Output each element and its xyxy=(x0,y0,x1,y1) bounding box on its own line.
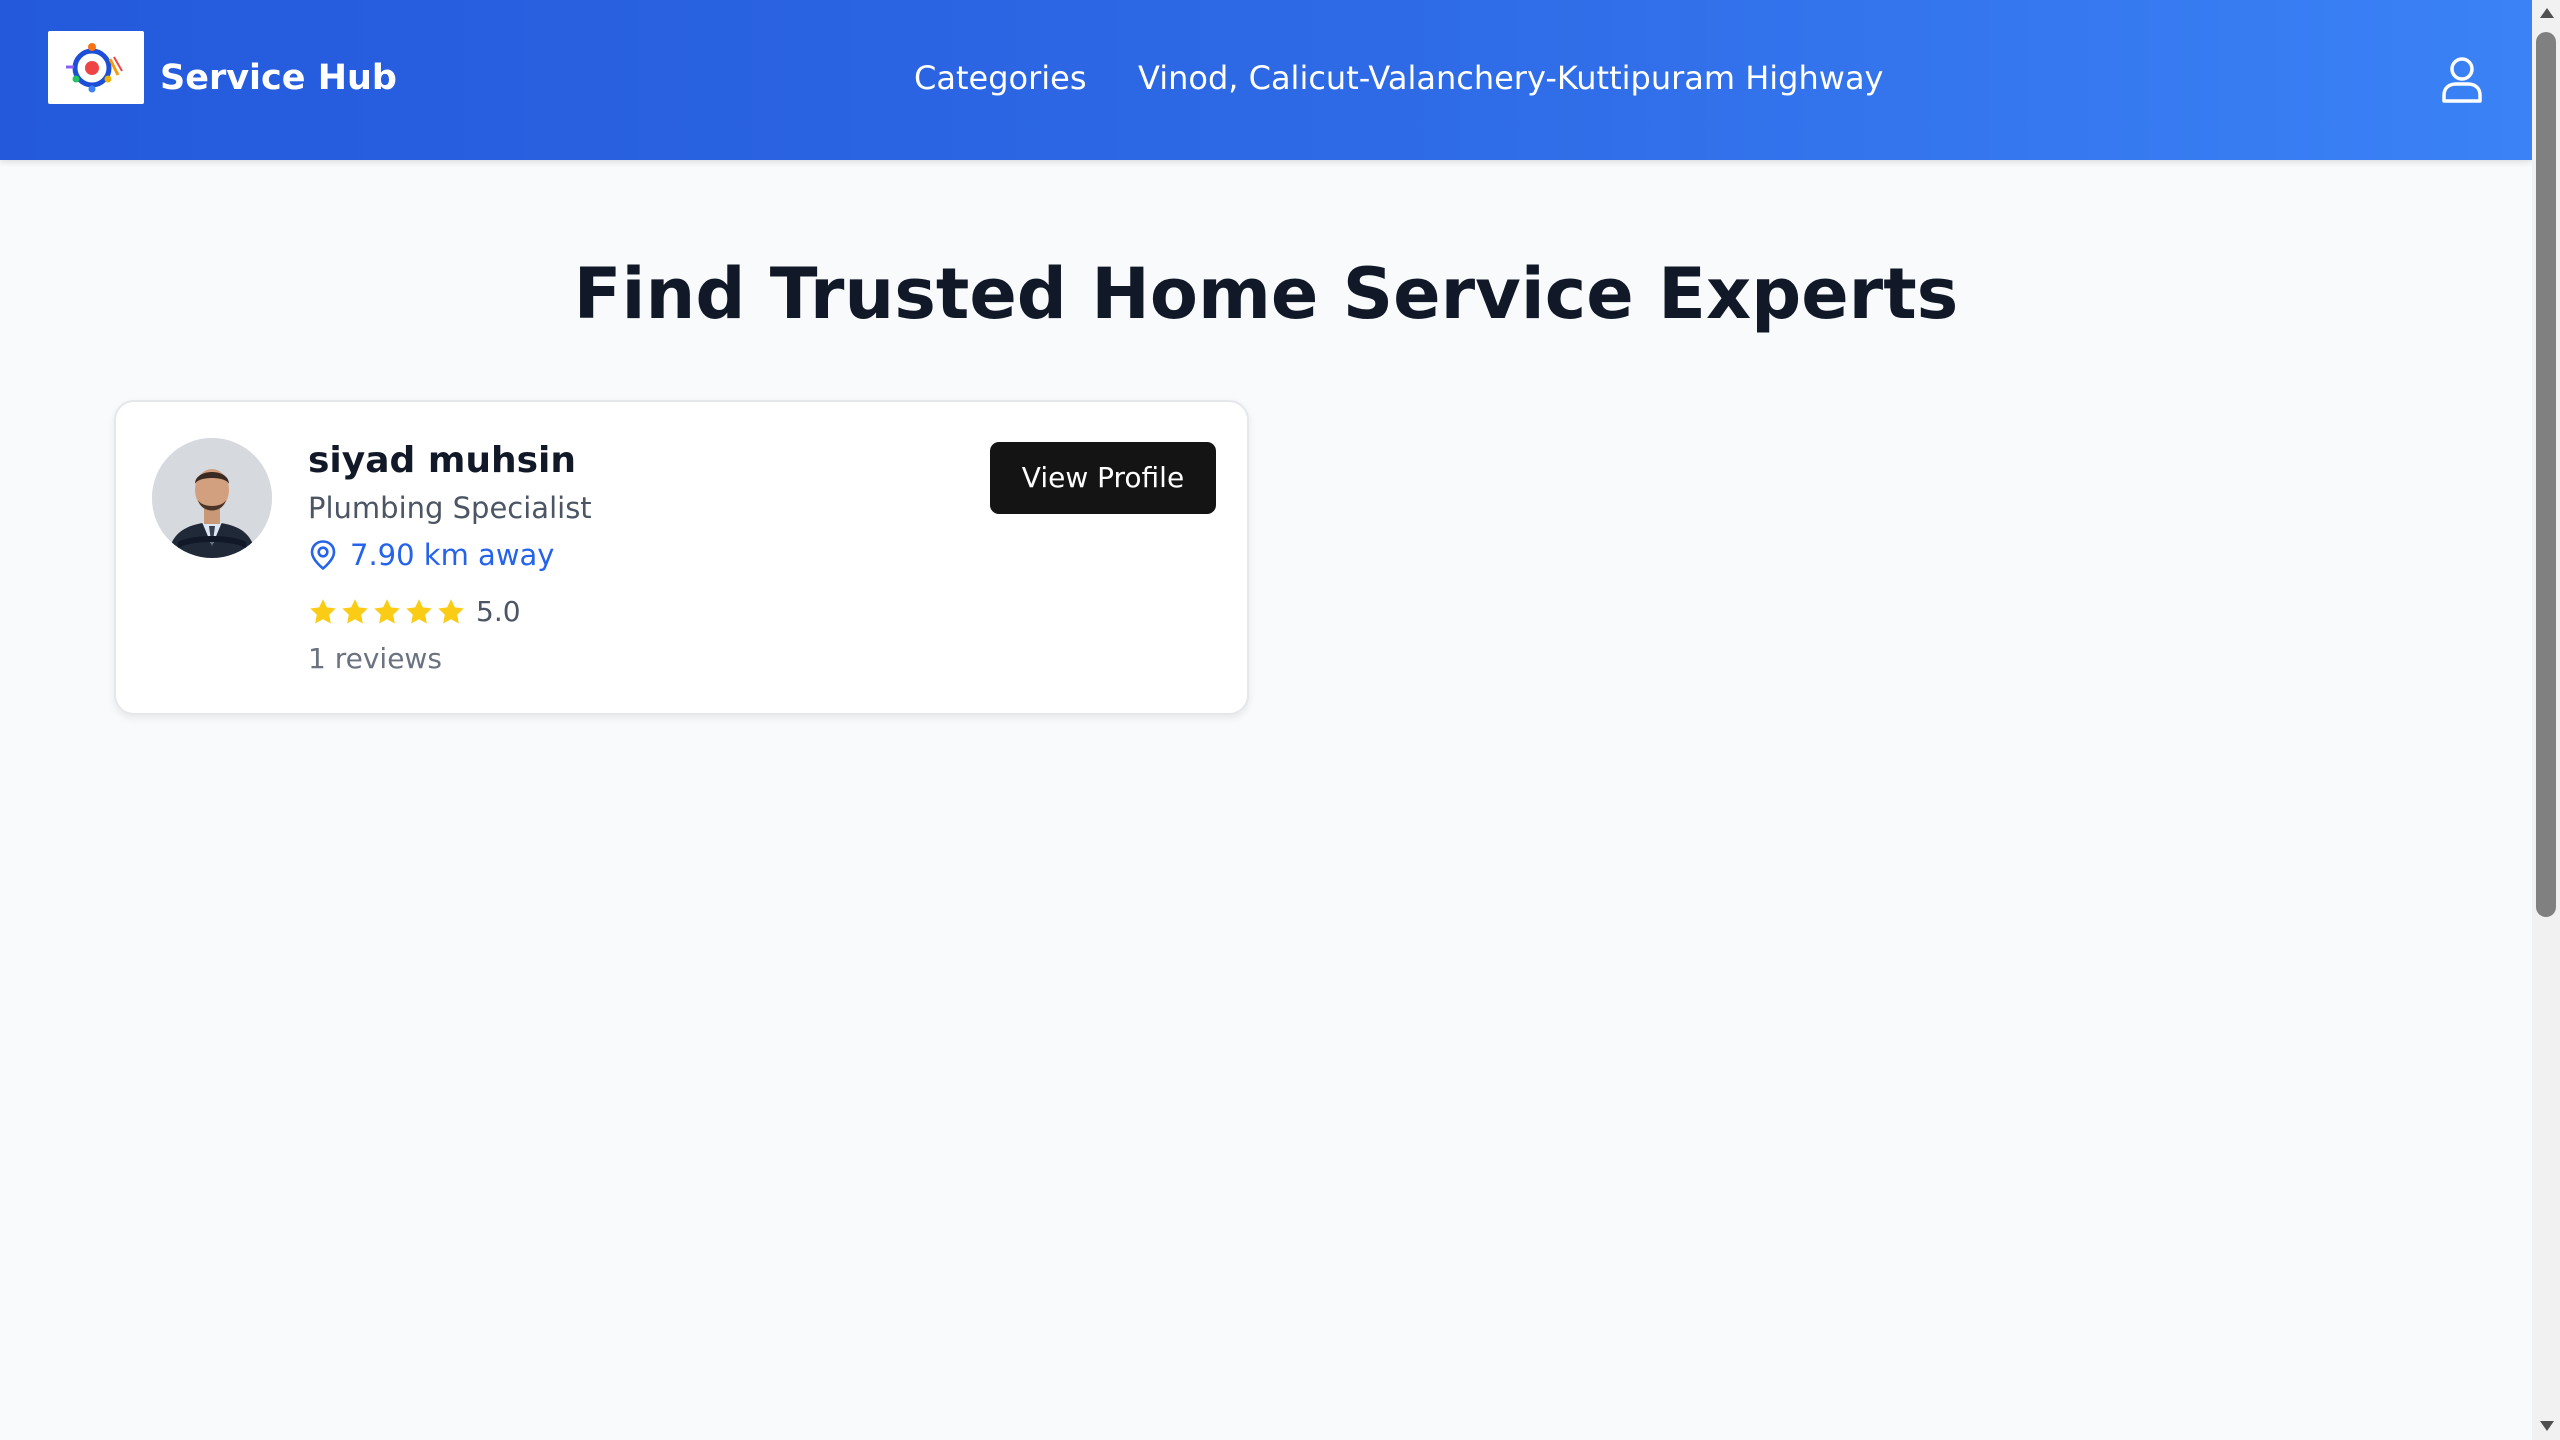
user-profile-button[interactable] xyxy=(2440,55,2484,103)
review-count[interactable]: 1 reviews xyxy=(308,639,442,679)
provider-specialty: Plumbing Specialist xyxy=(308,491,592,525)
scroll-thumb[interactable] xyxy=(2536,32,2556,917)
provider-distance: 7.90 km away xyxy=(350,538,555,572)
scroll-down-arrow-icon[interactable] xyxy=(2540,1421,2554,1431)
top-navbar: Service Hub Categories Vinod, Calicut-Va… xyxy=(0,0,2532,160)
avatar-image xyxy=(152,438,272,558)
star-icon xyxy=(374,599,400,624)
location-pin-icon xyxy=(310,540,336,570)
star-rating xyxy=(308,597,468,627)
provider-name[interactable]: siyad muhsin xyxy=(308,436,576,486)
service-hub-logo-icon xyxy=(66,43,123,93)
star-icon xyxy=(438,599,464,624)
nav-categories-link[interactable]: Categories xyxy=(914,55,1086,101)
logo[interactable] xyxy=(48,31,144,104)
rating-value: 5.0 xyxy=(476,595,521,628)
user-icon xyxy=(2442,57,2482,103)
page: Service Hub Categories Vinod, Calicut-Va… xyxy=(0,0,2532,1440)
page-title: Find Trusted Home Service Experts xyxy=(573,253,1959,335)
distance-row: 7.90 km away xyxy=(308,535,554,575)
brand-name[interactable]: Service Hub xyxy=(160,54,397,102)
view-profile-button[interactable]: View Profile xyxy=(990,442,1216,514)
star-icon xyxy=(406,599,432,624)
scroll-up-arrow-icon[interactable] xyxy=(2540,8,2554,18)
star-icon xyxy=(310,599,336,624)
provider-card: siyad muhsin Plumbing Specialist 7.90 km… xyxy=(114,400,1249,715)
star-icon xyxy=(342,599,368,624)
nav-location-link[interactable]: Vinod, Calicut-Valanchery-Kuttipuram Hig… xyxy=(1138,55,1883,101)
vertical-scrollbar[interactable] xyxy=(2532,0,2560,1440)
provider-avatar[interactable] xyxy=(152,438,272,558)
rating-row: 5.0 xyxy=(308,592,521,632)
